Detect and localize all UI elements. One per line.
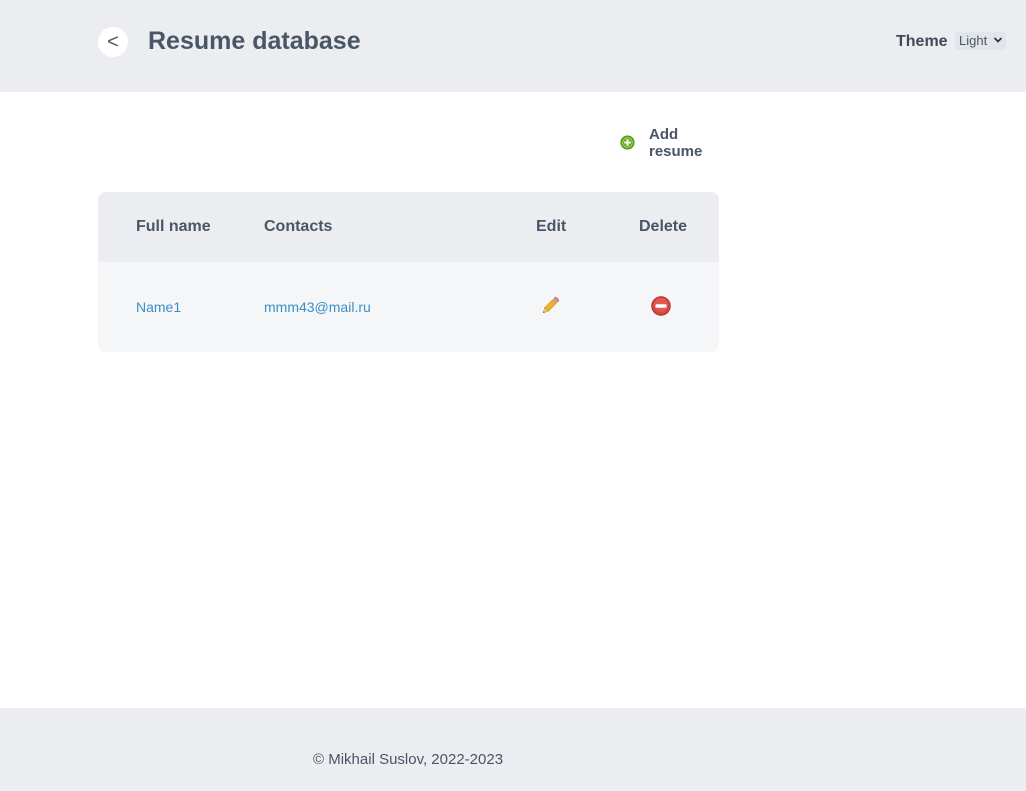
contacts-link[interactable]: mmm43@mail.ru [264,299,371,315]
column-full-name: Full name [136,218,211,235]
back-button[interactable]: < [98,27,128,57]
full-name-link[interactable]: Name1 [136,299,181,315]
theme-label: Theme [896,33,948,50]
theme-select[interactable]: Light [955,32,1006,50]
table-header: Full name Contacts Edit Delete [98,192,719,262]
pencil-icon[interactable] [539,295,561,317]
page-title: Resume database [148,27,361,55]
column-delete: Delete [639,218,688,235]
chevron-down-icon [993,37,1003,43]
add-resume-button[interactable]: Add resume [620,126,720,162]
footer: © Mikhail Suslov, 2022-2023 [0,708,1026,791]
column-contacts: Contacts [264,218,333,235]
column-edit: Edit [536,218,567,235]
resume-table: Full name Contacts Edit Delete Name1 mmm… [98,192,719,352]
theme-select-value: Light [959,33,988,48]
copyright-text: © Mikhail Suslov, 2022-2023 [313,751,504,768]
plus-circle-icon [620,135,635,150]
header: < Resume database Theme Light [0,0,1026,92]
add-resume-label: Add resume [649,126,703,160]
no-entry-icon[interactable] [651,296,671,316]
